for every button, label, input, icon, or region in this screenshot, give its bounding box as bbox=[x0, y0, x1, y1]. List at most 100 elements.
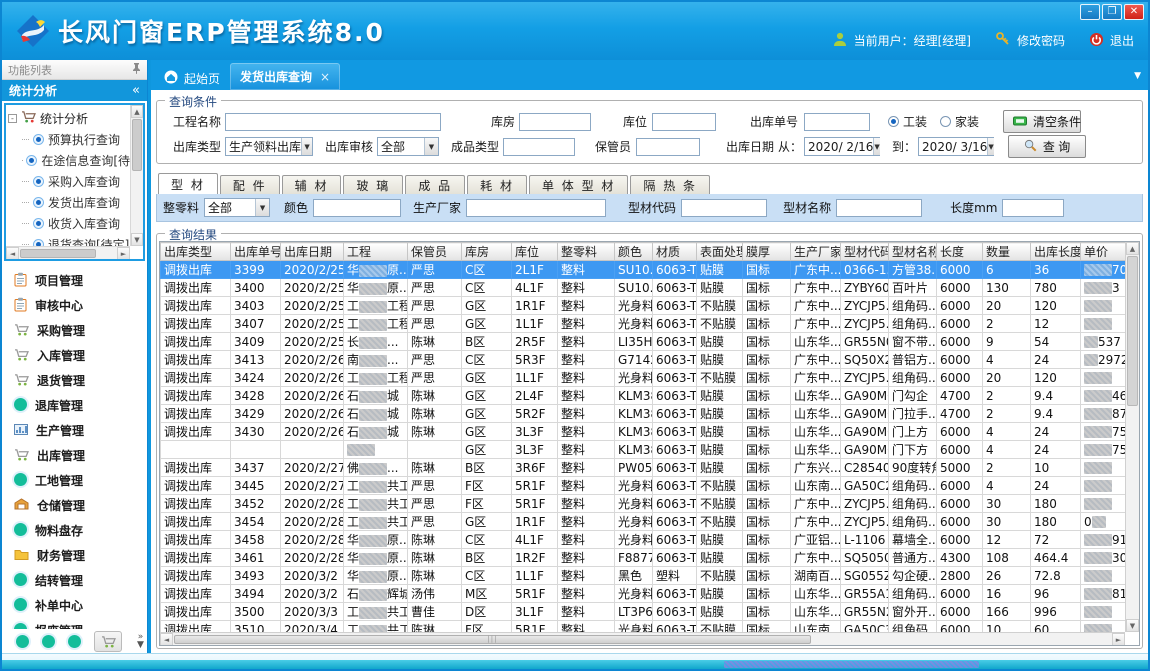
collapse-icon[interactable]: « bbox=[132, 83, 140, 98]
tree-item-2[interactable]: 采购入库查询 bbox=[8, 171, 130, 192]
column-header[interactable]: 型材代码 bbox=[841, 243, 889, 261]
clear-conditions-button[interactable]: 清空条件 bbox=[1003, 110, 1081, 133]
sidebar-item-4[interactable]: 退货管理 bbox=[2, 368, 147, 393]
material-tab-4[interactable]: 成 品 bbox=[405, 175, 465, 194]
dot-icon[interactable] bbox=[68, 635, 81, 648]
column-header[interactable]: 单价 bbox=[1081, 243, 1126, 261]
power-icon[interactable] bbox=[1089, 32, 1104, 50]
scroll-up-icon[interactable]: ▲ bbox=[1126, 242, 1139, 255]
sidebar-section-header[interactable]: 统计分析 « bbox=[2, 80, 147, 101]
tab-list-dropdown-icon[interactable]: ▼ bbox=[1134, 71, 1141, 81]
table-row[interactable]: 调拨出库34612020/2/28华原...陈琳B区1R2F整料F8877FT6… bbox=[161, 549, 1126, 567]
cart-tool-button[interactable] bbox=[94, 631, 122, 652]
tree-item-3[interactable]: 发货出库查询 bbox=[8, 192, 130, 213]
column-header[interactable]: 型材名称 bbox=[889, 243, 937, 261]
table-row[interactable]: 调拨出库34932020/3/2华原...陈琳C区1L1F整料黑色塑料不贴膜国标… bbox=[161, 567, 1126, 585]
sidebar-item-9[interactable]: 仓储管理 bbox=[2, 493, 147, 518]
table-row[interactable]: 调拨出库34092020/2/25长...陈琳B区2R5F整料LI35HD606… bbox=[161, 333, 1126, 351]
table-row[interactable]: 调拨出库34282020/2/26石城陈琳G区2L4F整料KLM38176063… bbox=[161, 387, 1126, 405]
whole-part-combo[interactable]: 全部▼ bbox=[204, 198, 270, 217]
column-header[interactable]: 长度 bbox=[937, 243, 983, 261]
table-row[interactable]: 调拨出库34522020/2/28工共工程严思F区5R1F整料光身料6063-T… bbox=[161, 495, 1126, 513]
table-row[interactable]: 调拨出库33992020/2/25华原...严思C区2L1F整料SU10...6… bbox=[161, 261, 1126, 279]
table-row[interactable]: 调拨出库34302020/2/26石城陈琳G区3L3F整料KLM38176063… bbox=[161, 423, 1126, 441]
out-audit-combo[interactable]: 全部▼ bbox=[377, 137, 439, 156]
radio-icon[interactable] bbox=[940, 116, 951, 127]
sidebar-item-7[interactable]: 出库管理 bbox=[2, 443, 147, 468]
column-header[interactable]: 数量 bbox=[983, 243, 1031, 261]
date-to-combo[interactable]: 2020/ 3/16▼ bbox=[918, 137, 994, 156]
table-row[interactable]: 调拨出库34542020/2/28工共工程严思G区1R1F整料光身料6063-T… bbox=[161, 513, 1126, 531]
logout-link[interactable]: 退出 bbox=[1110, 32, 1134, 49]
sidebar-item-0[interactable]: 项目管理 bbox=[2, 268, 147, 293]
column-header[interactable]: 出库类型 bbox=[161, 243, 231, 261]
sidebar-item-1[interactable]: 审核中心 bbox=[2, 293, 147, 318]
sidebar-item-2[interactable]: 采购管理 bbox=[2, 318, 147, 343]
scroll-right-icon[interactable]: ► bbox=[1112, 633, 1125, 646]
tree-item-0[interactable]: 预算执行查询 bbox=[8, 129, 130, 150]
scroll-left-icon[interactable]: ◄ bbox=[6, 247, 19, 260]
project-name-input[interactable] bbox=[225, 113, 441, 131]
table-row[interactable]: 调拨出库34032020/2/25工工程严思G区1R1F整料光身料6063-T5… bbox=[161, 297, 1126, 315]
tree-horizontal-scrollbar[interactable]: ◄ ► bbox=[6, 246, 130, 259]
column-header[interactable]: 工程 bbox=[344, 243, 408, 261]
column-header[interactable]: 生产厂家 bbox=[791, 243, 841, 261]
tree-item-5[interactable]: 退货查询[待定] bbox=[8, 234, 130, 246]
material-tab-0[interactable]: 型 材 bbox=[158, 173, 218, 194]
column-header[interactable]: 出库日期 bbox=[281, 243, 344, 261]
order-no-input[interactable] bbox=[804, 113, 870, 131]
profile-code-input[interactable] bbox=[681, 199, 767, 217]
column-header[interactable]: 保管员 bbox=[408, 243, 462, 261]
scroll-down-icon[interactable]: ▼ bbox=[131, 233, 143, 246]
keeper-input[interactable] bbox=[636, 138, 700, 156]
material-tab-5[interactable]: 耗 材 bbox=[467, 175, 527, 194]
sidebar-item-3[interactable]: 入库管理 bbox=[2, 343, 147, 368]
scroll-left-icon[interactable]: ◄ bbox=[160, 633, 173, 646]
sidebar-item-14[interactable]: 报废管理 bbox=[2, 618, 147, 629]
dot-icon[interactable] bbox=[16, 635, 29, 648]
column-header[interactable]: 出库单号 bbox=[231, 243, 281, 261]
maximize-button[interactable]: ❐ bbox=[1102, 4, 1122, 20]
column-header[interactable]: 膜厚 bbox=[743, 243, 791, 261]
radio-selected-icon[interactable] bbox=[888, 116, 899, 127]
column-header[interactable]: 颜色 bbox=[615, 243, 653, 261]
product-type-input[interactable] bbox=[503, 138, 575, 156]
table-row[interactable]: 调拨出库35102020/3/4工共工程陈琳F区5R1F整料光身料6063-T5… bbox=[161, 621, 1126, 633]
scroll-down-icon[interactable]: ▼ bbox=[1126, 619, 1139, 632]
tab-shipment-out-query[interactable]: 发货出库查询 × bbox=[230, 63, 340, 90]
radio-gongzhuang[interactable]: 工装 bbox=[888, 113, 927, 130]
close-button[interactable]: ✕ bbox=[1124, 4, 1144, 20]
column-header[interactable]: 库房 bbox=[462, 243, 512, 261]
pin-icon[interactable] bbox=[132, 63, 141, 77]
scroll-right-icon[interactable]: ► bbox=[117, 247, 130, 260]
sidebar-item-13[interactable]: 补单中心 bbox=[2, 593, 147, 618]
column-header[interactable]: 出库长度 bbox=[1031, 243, 1081, 261]
chevron-down-icon[interactable]: ▼ bbox=[255, 199, 269, 216]
table-row[interactable]: 调拨出库34072020/2/25工工程严思G区1L1F整料光身料6063-T5… bbox=[161, 315, 1126, 333]
chevron-down-icon[interactable]: ▼ bbox=[873, 138, 879, 155]
table-row[interactable]: 调拨出库34452020/2/27工共工程严思F区5R1F整料光身料6063-T… bbox=[161, 477, 1126, 495]
minimize-button[interactable]: – bbox=[1080, 4, 1100, 20]
column-header[interactable]: 表面处理 bbox=[697, 243, 743, 261]
overflow-chevron-icon[interactable]: »▼ bbox=[137, 633, 144, 649]
change-password-link[interactable]: 修改密码 bbox=[1017, 32, 1065, 49]
material-tab-6[interactable]: 单 体 型 材 bbox=[529, 175, 628, 194]
length-input[interactable] bbox=[1002, 199, 1064, 217]
tree-root-statistics[interactable]: - 统计分析 bbox=[8, 107, 130, 129]
warehouse-input[interactable] bbox=[519, 113, 591, 131]
sidebar-item-5[interactable]: 退库管理 bbox=[2, 393, 147, 418]
material-tab-2[interactable]: 辅 材 bbox=[282, 175, 342, 194]
date-from-combo[interactable]: 2020/ 2/16▼ bbox=[804, 137, 880, 156]
table-horizontal-scrollbar[interactable]: ◄ ||| ► bbox=[160, 632, 1125, 645]
location-input[interactable] bbox=[652, 113, 716, 131]
sidebar-item-11[interactable]: 财务管理 bbox=[2, 543, 147, 568]
sidebar-item-10[interactable]: 物料盘存 bbox=[2, 518, 147, 543]
manufacturer-input[interactable] bbox=[466, 199, 606, 217]
scroll-up-icon[interactable]: ▲ bbox=[131, 105, 143, 118]
table-row[interactable]: 调拨出库34372020/2/27佛...陈琳B区3R6F整料PW056063-… bbox=[161, 459, 1126, 477]
tab-close-icon[interactable]: × bbox=[320, 70, 330, 84]
sidebar-item-6[interactable]: 生产管理 bbox=[2, 418, 147, 443]
table-row[interactable]: 调拨出库34942020/3/2石辉城汤伟M区5R1F整料光身料6063-T5贴… bbox=[161, 585, 1126, 603]
material-tab-7[interactable]: 隔 热 条 bbox=[630, 175, 710, 194]
column-header[interactable]: 库位 bbox=[512, 243, 558, 261]
